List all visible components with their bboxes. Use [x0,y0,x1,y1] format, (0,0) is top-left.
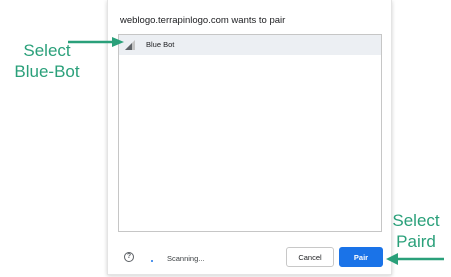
device-list[interactable]: Blue Bot [118,34,382,232]
annotation-arrow-right-icon [386,253,444,265]
scanning-status: Scanning... [167,254,205,263]
scanning-spinner-icon [151,260,153,262]
pair-button[interactable]: Pair [339,247,383,267]
annotation-right-line2: Paird [396,232,436,251]
bluetooth-pair-dialog: weblogo.terrapinlogo.com wants to pair B… [107,0,392,275]
annotation-select-pair: Select Paird [384,210,448,252]
device-row-blue-bot[interactable]: Blue Bot [119,35,381,55]
signal-strength-icon [125,40,135,50]
annotation-right-line1: Select [392,211,440,230]
help-icon[interactable]: ? [124,252,134,262]
annotation-left-line2: Blue-Bot [14,62,80,81]
dialog-title: weblogo.terrapinlogo.com wants to pair [120,15,286,26]
device-name: Blue Bot [146,40,175,49]
annotation-arrow-left-icon [68,37,124,47]
cancel-button[interactable]: Cancel [286,247,334,267]
